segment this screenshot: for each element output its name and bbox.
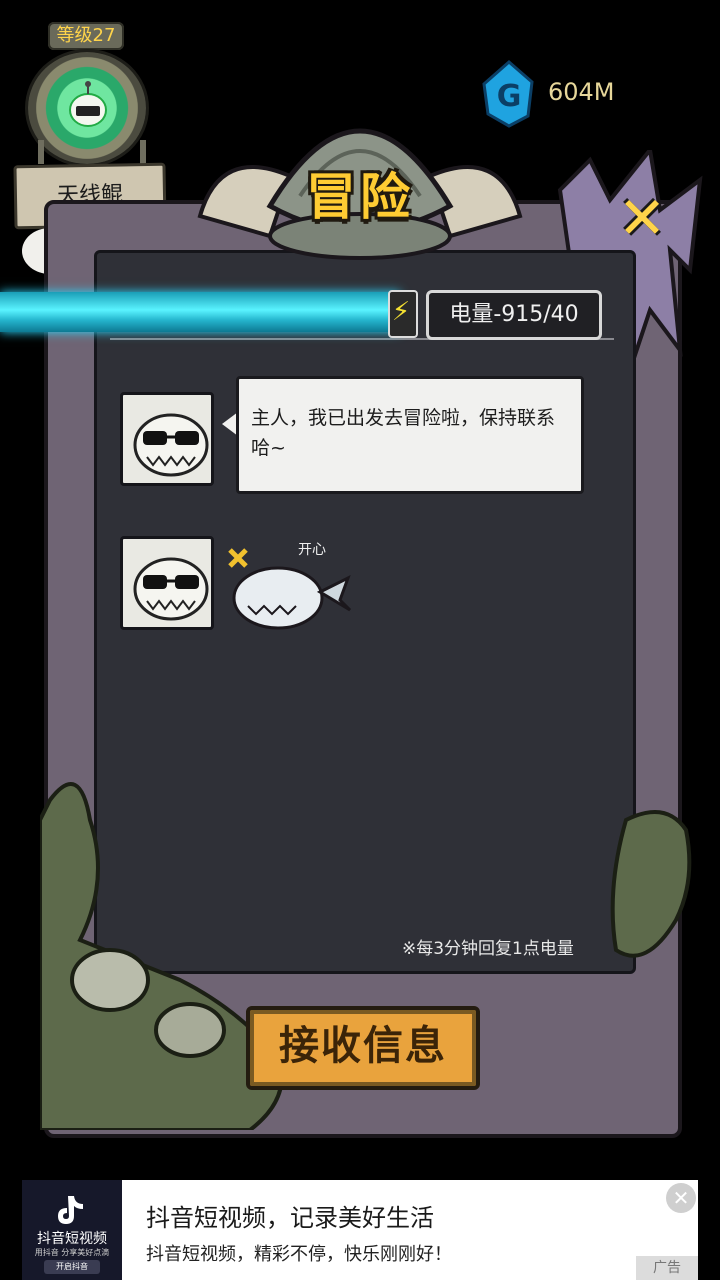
chat-avatar[interactable] <box>120 392 214 486</box>
energy-counter: 电量-915/40 <box>426 290 602 340</box>
close-icon[interactable]: ✕ <box>612 188 672 248</box>
energy-regen-note: ※每3分钟回复1点电量 <box>402 939 574 959</box>
sticker-caption: 开心 <box>298 542 326 558</box>
sunglasses-whale-icon <box>133 557 209 621</box>
receive-message-button[interactable]: 接收信息 <box>246 1006 480 1090</box>
happy-whale-sticker-icon: 开心 <box>228 542 352 630</box>
ad-logo-button[interactable]: 开启抖音 <box>44 1260 100 1274</box>
ad-logo-name: 抖音短视频 <box>37 1231 107 1247</box>
pet-creature-icon <box>69 81 107 127</box>
tiktok-icon <box>58 1196 83 1224</box>
energy-bar <box>0 292 400 332</box>
panel-title: 冒险 <box>306 168 414 226</box>
lightning-icon: ⚡ <box>391 297 411 327</box>
chat-avatar[interactable] <box>120 536 214 630</box>
ad-description[interactable]: 抖音短视频，精彩不停，快乐刚刚好！ <box>146 1240 452 1266</box>
avatar-stand <box>38 140 146 164</box>
ad-close-icon[interactable]: ✕ <box>666 1183 696 1213</box>
currency-value: 604M <box>548 78 615 106</box>
ad-title[interactable]: 抖音短视频，记录美好生活 <box>146 1198 434 1233</box>
chat-message-bubble: 主人，我已出发去冒险啦，保持联系哈~ <box>236 376 584 494</box>
level-badge: 等级27 <box>48 22 124 50</box>
ad-label: 广告 <box>636 1256 698 1280</box>
ad-logo-subtitle: 用抖音 分享美好点滴 <box>34 1248 110 1257</box>
moss-decoration-right <box>610 810 692 958</box>
sunglasses-whale-icon <box>133 413 209 477</box>
